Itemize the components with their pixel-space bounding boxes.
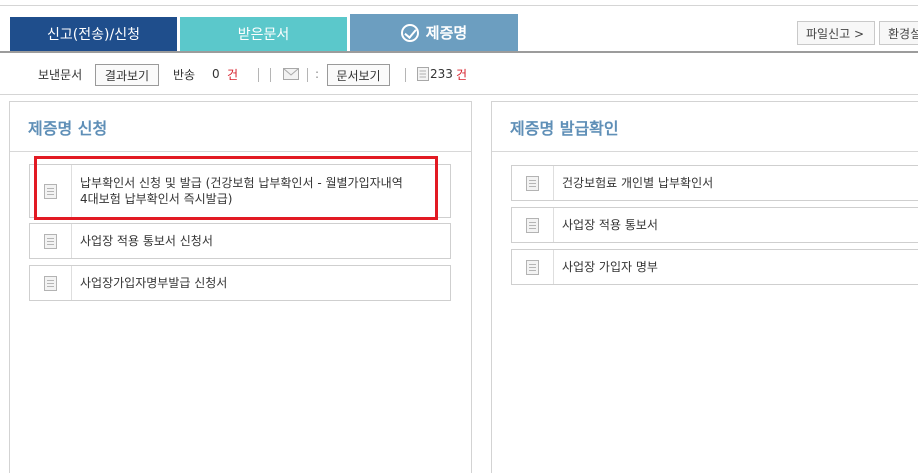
sent-docs-label: 보낸문서 (38, 67, 83, 82)
view-results-button[interactable]: 결과보기 (95, 64, 159, 86)
panel-title-apply: 제증명 신청 (10, 102, 471, 152)
list-item-workplace-notice[interactable]: 사업장 적용 통보서 (511, 207, 918, 243)
check-circle-icon (400, 23, 419, 42)
returned-label: 반송 (173, 67, 196, 82)
tab-certificate[interactable]: 제증명 (350, 14, 518, 51)
envelope-icon[interactable] (283, 53, 299, 95)
document-icon (512, 166, 554, 200)
toolbar: 보낸문서 결과보기 반송 0 건 : 문서보기 233 건 (0, 53, 918, 95)
document-icon (30, 224, 72, 258)
document-icon (512, 208, 554, 242)
returned-count: 0 (212, 67, 220, 81)
dot-separator: : (315, 67, 320, 81)
document-icon (512, 250, 554, 284)
item-label: 사업장 가입자 명부 (562, 260, 658, 274)
item-label: 사업장 적용 통보서 신청서 (80, 234, 213, 248)
view-results-label: 결과보기 (104, 68, 150, 83)
toolbar-separator (307, 68, 308, 82)
view-docs-label: 문서보기 (336, 68, 381, 83)
settings-label: 환경설정 (888, 26, 918, 41)
item-label-line2: 4대보험 납부확인서 즉시발급) (80, 192, 233, 206)
document-icon (30, 266, 72, 300)
panel-title-issue: 제증명 발급확인 (492, 102, 918, 152)
tab-certificate-label: 제증명 (425, 24, 468, 42)
list-item-workplace-notice-apply[interactable]: 사업장 적용 통보서 신청서 (29, 223, 451, 259)
item-label-line1: 납부확인서 신청 및 발급 (건강보험 납부확인서 - 월별가입자내역 (80, 176, 403, 190)
doc-count: 233 (430, 67, 453, 81)
file-report-label: 파일신고 > (806, 26, 865, 41)
tab-send-label: 신고(전송)/신청 (47, 27, 140, 43)
tab-received-docs[interactable]: 받은문서 (180, 17, 347, 51)
file-report-button[interactable]: 파일신고 > (797, 21, 875, 45)
top-tab-bar: 신고(전송)/신청 받은문서 제증명 파일신고 > 환경설정 (0, 0, 918, 53)
item-label: 사업장가입자명부발급 신청서 (80, 276, 228, 290)
document-icon (30, 165, 72, 217)
certificate-issue-panel: 제증명 발급확인 (491, 101, 918, 473)
tab-received-label: 받은문서 (237, 27, 290, 43)
item-label: 건강보험료 개인별 납부확인서 (562, 176, 714, 190)
list-item-payment-certificate[interactable]: 납부확인서 신청 및 발급 (건강보험 납부확인서 - 월별가입자내역 4대보험… (29, 164, 451, 218)
list-item-health-payment-certificate[interactable]: 건강보험료 개인별 납부확인서 (511, 165, 918, 201)
settings-button[interactable]: 환경설정 (879, 21, 918, 45)
view-docs-button[interactable]: 문서보기 (327, 64, 390, 86)
toolbar-separator (405, 68, 406, 82)
doc-count-unit: 건 (456, 67, 468, 82)
toolbar-separator (270, 68, 271, 82)
tab-send-apply[interactable]: 신고(전송)/신청 (10, 17, 177, 51)
list-item-member-list[interactable]: 사업장 가입자 명부 (511, 249, 918, 285)
list-item-member-list-apply[interactable]: 사업장가입자명부발급 신청서 (29, 265, 451, 301)
document-icon (417, 53, 429, 95)
returned-unit: 건 (227, 67, 239, 82)
toolbar-separator (258, 68, 259, 82)
top-divider (0, 5, 918, 6)
item-label: 사업장 적용 통보서 (562, 218, 658, 232)
